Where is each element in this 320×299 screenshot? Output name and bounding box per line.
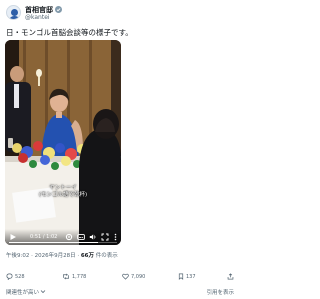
verified-badge-icon — [55, 6, 62, 13]
subtitle-line-2: (モンゴル語で乾杯) — [38, 192, 88, 198]
progress-track[interactable] — [9, 242, 117, 243]
chevron-down-icon — [40, 290, 46, 294]
post-footer: 関連性が高い 引用を表示 — [6, 288, 234, 296]
video-player[interactable]: ヤントーイ (モンゴル語で乾杯) 0:51 / 1:02 — [5, 40, 121, 245]
bookmark-count: 137 — [186, 273, 196, 280]
post-timestamp[interactable]: 午後9:02 · 2026年9月28日 · — [6, 253, 81, 259]
like-count: 7,090 — [131, 273, 146, 280]
repost-icon — [63, 273, 69, 280]
video-frame — [5, 40, 121, 245]
more-options-icon[interactable] — [112, 233, 119, 241]
repost-count: 1,778 — [72, 273, 87, 280]
post-meta: 午後9:02 · 2026年9月28日 · 66万 件の表示 — [6, 251, 118, 259]
views-label: 件の表示 — [94, 253, 118, 259]
video-time-readout: 0:51 / 1:02 — [30, 234, 58, 240]
play-icon[interactable] — [9, 233, 17, 241]
views-count: 66万 — [80, 253, 94, 259]
reply-icon — [6, 273, 13, 280]
volume-icon[interactable] — [89, 233, 97, 241]
fullscreen-icon[interactable] — [101, 233, 109, 241]
reply-button[interactable]: 528 — [6, 273, 25, 280]
captions-icon[interactable] — [77, 233, 85, 241]
account-handle[interactable]: @kantei — [25, 14, 50, 21]
account-avatar[interactable] — [6, 5, 21, 20]
like-button[interactable]: 7,090 — [122, 273, 145, 280]
post-text: 日・モンゴル首脳会談等の様子です。 — [6, 28, 133, 37]
heart-icon — [122, 273, 129, 280]
progress-fill — [9, 242, 98, 243]
sort-replies-link[interactable]: 関連性が高い — [6, 290, 46, 296]
account-name[interactable]: 首相官邸 — [25, 5, 53, 15]
sort-replies-label: 関連性が高い — [6, 290, 40, 296]
video-controls: 0:51 / 1:02 — [5, 229, 121, 245]
reply-count: 528 — [15, 273, 25, 280]
settings-icon[interactable] — [65, 233, 73, 241]
share-icon[interactable] — [227, 273, 234, 280]
bookmark-button[interactable]: 137 — [178, 273, 196, 280]
view-quotes-link[interactable]: 引用を表示 — [206, 288, 234, 296]
post-actions: 528 1,778 7,090 137 — [6, 273, 234, 282]
post-header: 首相官邸 @kantei — [6, 4, 234, 24]
bookmark-icon — [178, 273, 184, 280]
repost-button[interactable]: 1,778 — [62, 273, 86, 280]
account-name-line: 首相官邸 — [25, 5, 62, 14]
